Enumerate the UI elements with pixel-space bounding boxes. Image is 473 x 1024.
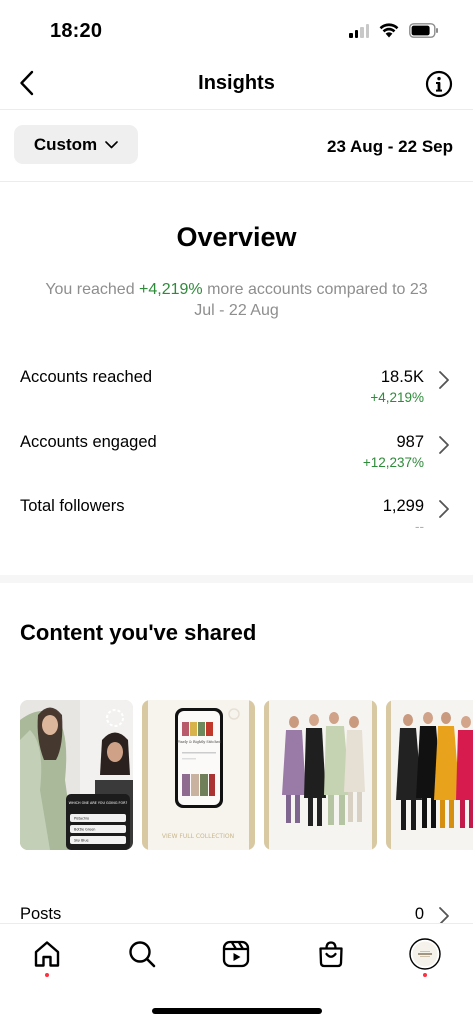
tab-profile[interactable] — [409, 938, 441, 970]
custom-range-button[interactable]: Custom — [14, 125, 138, 164]
date-range[interactable]: 23 Aug - 22 Sep — [327, 137, 453, 157]
info-icon[interactable] — [425, 70, 453, 98]
metric-label: Accounts reached — [20, 368, 153, 386]
poll-option: Sky Blue — [74, 839, 89, 843]
notification-dot — [45, 973, 49, 977]
metric-row-accounts-reached[interactable]: Accounts reached 18.5K +4,219% — [0, 360, 473, 416]
home-indicator — [152, 1008, 322, 1014]
reels-icon — [222, 940, 250, 968]
metric-label: Accounts engaged — [20, 433, 157, 451]
overview-summary: You reached +4,219% more accounts compar… — [40, 279, 433, 321]
content-thumbnail[interactable]: Finely & Rightly Stitched VIEW FULL COLL… — [142, 700, 255, 850]
metric-value: 987 — [396, 433, 424, 451]
notification-dot — [423, 973, 427, 977]
shop-icon — [319, 941, 343, 968]
nav-header: Insights — [0, 60, 473, 110]
content-thumbnails: WHICH ONE ARE YOU GOING FOR? Pistachio B… — [20, 700, 473, 850]
summary-suffix: more accounts compared to 23 Jul - 22 Au… — [194, 281, 428, 319]
metric-value: 18.5K — [380, 368, 424, 386]
battery-icon — [409, 23, 438, 38]
status-time: 18:20 — [50, 20, 103, 42]
profile-avatar — [409, 938, 441, 970]
posts-label: Posts — [20, 905, 62, 923]
wifi-icon — [379, 23, 399, 38]
thumbnail-image — [264, 700, 377, 850]
metric-label: Total followers — [20, 497, 125, 515]
content-thumbnail[interactable] — [386, 700, 473, 850]
content-thumbnail[interactable] — [264, 700, 377, 850]
section-divider — [0, 575, 473, 583]
poll-option: Pistachio — [74, 817, 89, 821]
tab-reels[interactable] — [220, 938, 252, 970]
chevron-right-icon — [439, 436, 449, 454]
home-icon — [34, 941, 60, 967]
chevron-right-icon — [439, 371, 449, 389]
posts-value: 0 — [414, 905, 424, 923]
tab-shop[interactable] — [315, 938, 347, 970]
collection-heading: Finely & Rightly Stitched — [177, 740, 221, 744]
posts-row[interactable]: Posts 0 — [0, 897, 473, 925]
page-title: Insights — [198, 72, 275, 94]
metric-change: -- — [415, 519, 424, 534]
custom-range-label: Custom — [33, 134, 98, 154]
content-shared-title: Content you've shared — [20, 620, 257, 645]
tab-search[interactable] — [126, 938, 158, 970]
thumbnail-image: WHICH ONE ARE YOU GOING FOR? Pistachio B… — [20, 700, 133, 850]
bottom-tab-bar — [0, 923, 473, 1024]
status-bar: 18:20 — [0, 0, 473, 60]
poll-option: Bottle Green — [74, 828, 95, 832]
content-thumbnail[interactable]: WHICH ONE ARE YOU GOING FOR? Pistachio B… — [20, 700, 133, 850]
thumbnail-image: Finely & Rightly Stitched VIEW FULL COLL… — [142, 700, 255, 850]
thumbnail-image — [386, 700, 473, 850]
summary-prefix: You reached — [45, 281, 140, 298]
chevron-down-icon — [105, 140, 118, 148]
metric-row-total-followers[interactable]: Total followers 1,299 -- — [0, 489, 473, 545]
metric-change: +4,219% — [370, 390, 424, 405]
search-icon — [129, 941, 156, 968]
metric-change: +12,237% — [362, 455, 424, 470]
cellular-signal-icon — [349, 23, 369, 38]
tab-home[interactable] — [31, 938, 63, 970]
overview-title: Overview — [176, 222, 297, 252]
view-collection-text: VIEW FULL COLLECTION — [162, 833, 234, 840]
metric-row-accounts-engaged[interactable]: Accounts engaged 987 +12,237% — [0, 425, 473, 481]
summary-highlight: +4,219% — [139, 281, 203, 298]
filter-row: Custom 23 Aug - 22 Sep — [0, 110, 473, 182]
poll-question: WHICH ONE ARE YOU GOING FOR? — [69, 801, 128, 805]
chevron-right-icon — [439, 500, 449, 518]
status-icons — [349, 23, 439, 38]
metric-value: 1,299 — [382, 497, 424, 515]
